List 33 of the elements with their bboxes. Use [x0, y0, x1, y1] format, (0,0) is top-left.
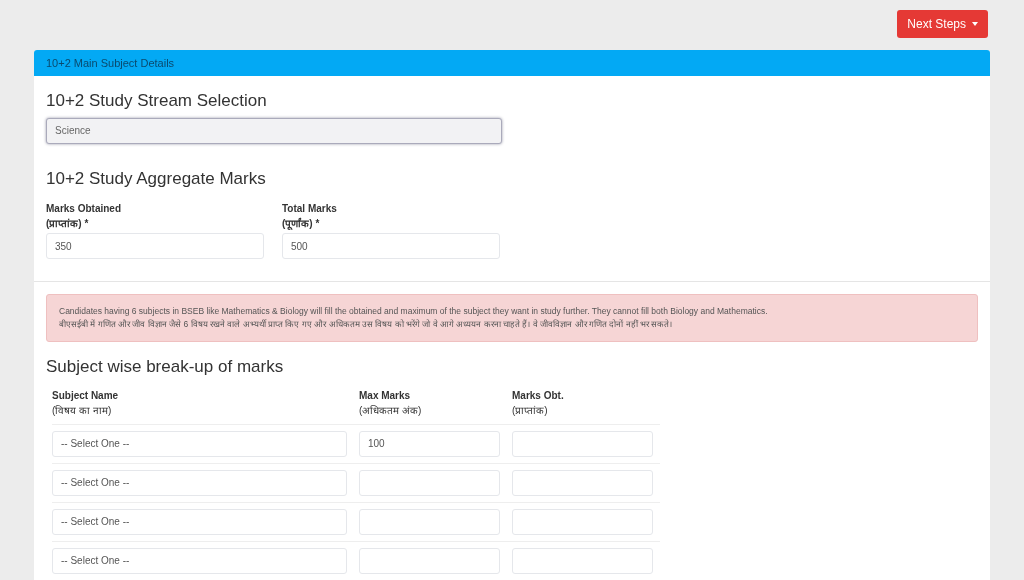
marks-input[interactable]: 350: [46, 233, 264, 259]
subject-select[interactable]: -- Select One --: [52, 547, 347, 574]
column-header: Marks Obt.: [512, 388, 565, 403]
max-marks-input[interactable]: 100: [359, 430, 500, 457]
max-marks-input[interactable]: [359, 508, 500, 535]
marks-obtained-input[interactable]: [512, 430, 653, 457]
column-header: Max Marks: [359, 388, 412, 403]
next-steps-button[interactable]: Next Steps: [897, 10, 988, 38]
marks-obtained-input[interactable]: [512, 469, 653, 496]
subject-select[interactable]: -- Select One --: [52, 508, 347, 535]
notice-text: Candidates having 6 subjects in BSEB like Mathematics & Biology will fill the obtained and maximum of the subject they want in study further. They cannot fill both Biology and Mathematics.: [59, 305, 769, 318]
section-heading: Subject wise break-up of marks: [46, 356, 285, 378]
max-marks-input[interactable]: [359, 547, 500, 574]
column-sublabel: (अधिकतम अंक): [359, 403, 423, 418]
column-header: Subject Name: [52, 388, 120, 403]
column-sublabel: (प्राप्तांक): [512, 403, 549, 418]
field-sublabel: (प्राप्तांक) *: [46, 217, 90, 231]
panel-title: 10+2 Main Subject Details: [46, 55, 175, 71]
notice-text: बीएसईबी में गणित और जीव विज्ञान जैसे 6 विषय रखने वाले अभ्यर्थी प्राप्त किए गए और अधिकतम उस विषय को भरेंगे जो वे आगे अध्ययन करना चाहते हैं। वे जीवविज्ञान और गणित दोनों नहीं भर सकते।: [59, 318, 674, 331]
subject-select[interactable]: -- Select One --: [52, 430, 347, 457]
marks-obtained-input[interactable]: [512, 508, 653, 535]
field-label: Marks Obtained: [46, 202, 123, 216]
stream-select[interactable]: Science: [46, 117, 502, 144]
section-heading: 10+2 Study Aggregate Marks: [46, 167, 267, 190]
section-heading: 10+2 Study Stream Selection: [46, 90, 268, 112]
marks-input[interactable]: 500: [282, 233, 500, 259]
column-sublabel: (विषय का नाम): [52, 403, 113, 418]
marks-obtained-input[interactable]: [512, 547, 653, 574]
max-marks-input[interactable]: [359, 469, 500, 496]
caret-icon: [972, 22, 978, 26]
field-label: Total Marks: [282, 202, 338, 216]
subject-select[interactable]: -- Select One --: [52, 469, 347, 496]
field-sublabel: (पूर्णांक) *: [282, 216, 321, 231]
